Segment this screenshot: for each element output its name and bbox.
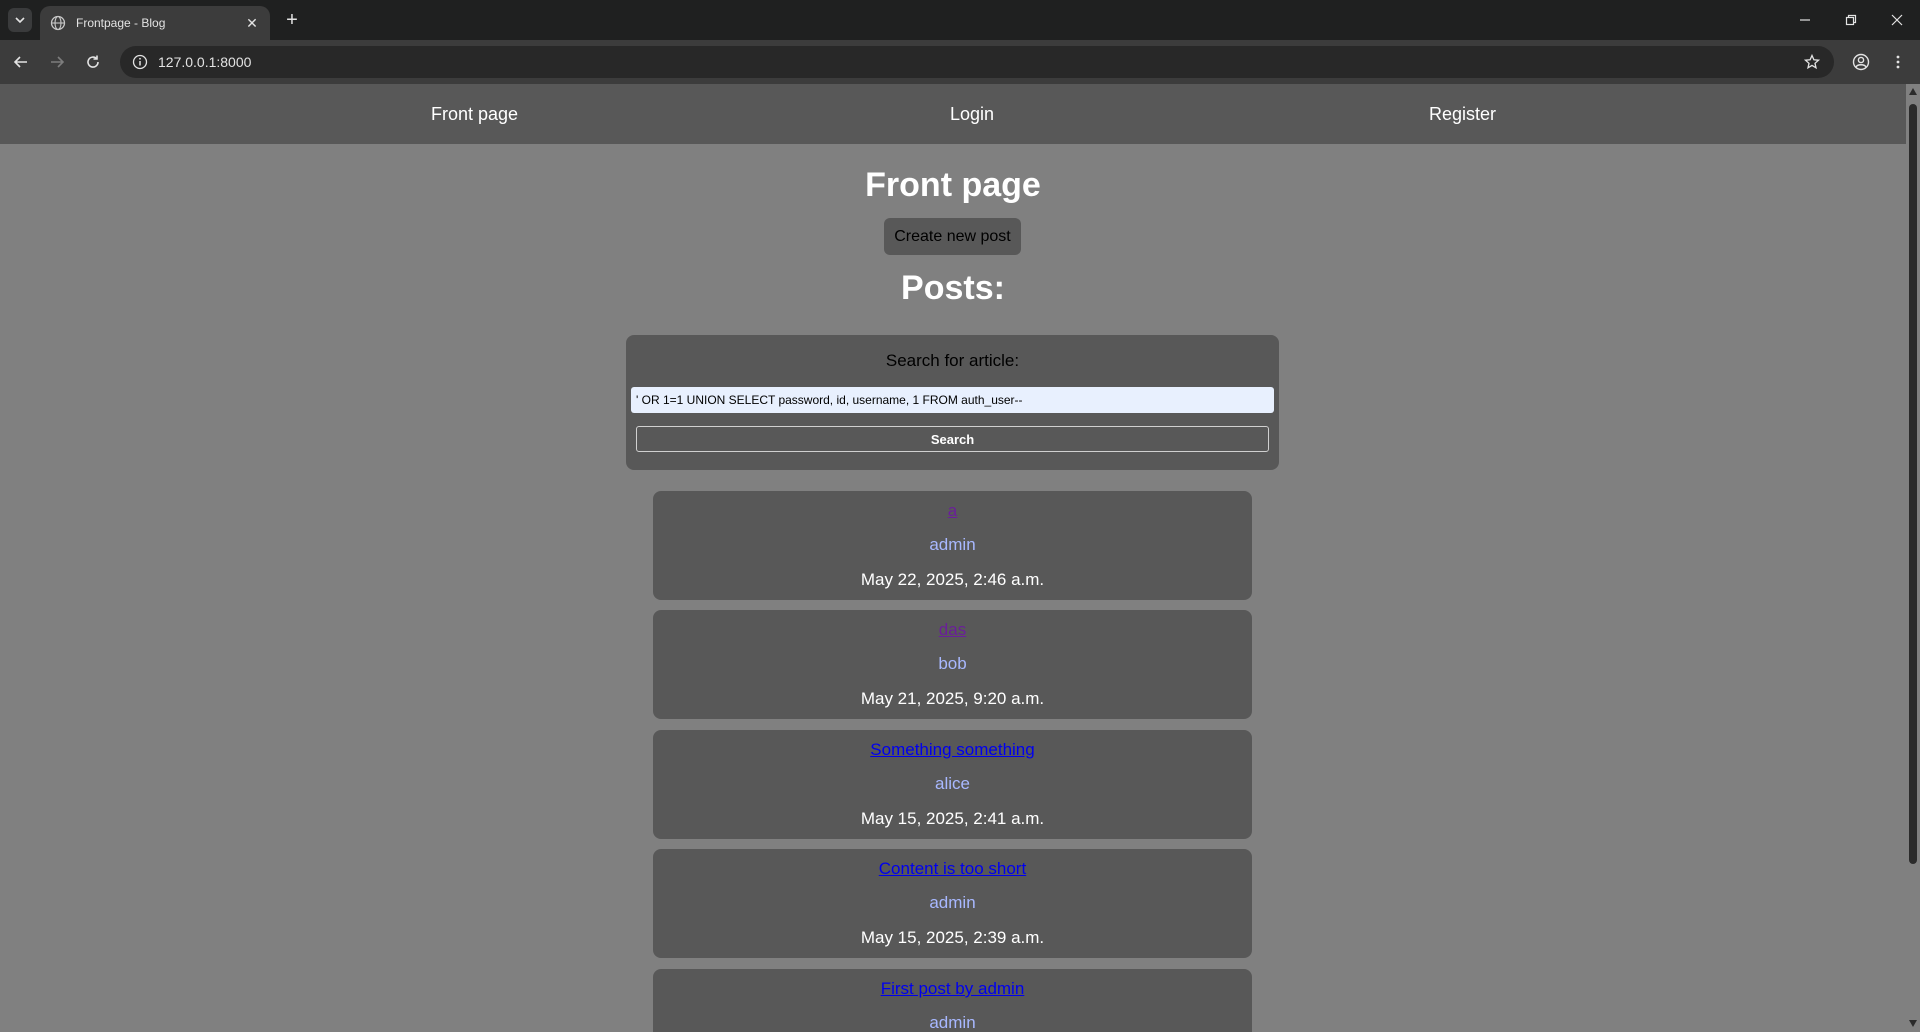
url-text: 127.0.0.1:8000 xyxy=(158,54,252,70)
post-author-link[interactable]: bob xyxy=(653,654,1252,674)
minimize-icon xyxy=(1800,19,1810,21)
search-button[interactable]: Search xyxy=(636,426,1269,452)
address-bar[interactable]: 127.0.0.1:8000 xyxy=(120,46,1834,78)
nav-register-link[interactable]: Register xyxy=(1429,104,1496,125)
search-input[interactable]: ' OR 1=1 UNION SELECT password, id, user… xyxy=(631,387,1274,413)
globe-icon xyxy=(50,15,66,31)
profile-icon xyxy=(1852,53,1870,71)
new-tab-button[interactable]: + xyxy=(280,8,304,32)
close-window-button[interactable] xyxy=(1874,0,1920,40)
menu-button[interactable] xyxy=(1886,50,1910,74)
scrollbar-thumb[interactable] xyxy=(1909,104,1917,864)
page-title: Front page xyxy=(865,166,1041,204)
minimize-button[interactable] xyxy=(1782,0,1828,40)
nav-front-page-link[interactable]: Front page xyxy=(431,104,518,125)
page-viewport: Front page Login Register Front page Cre… xyxy=(0,84,1906,1032)
tab-search-button[interactable] xyxy=(8,8,32,32)
post-card: a admin May 22, 2025, 2:46 a.m. xyxy=(653,491,1252,600)
post-title-link[interactable]: Something something xyxy=(653,740,1252,760)
kebab-menu-icon xyxy=(1896,55,1900,69)
posts-heading: Posts: xyxy=(901,269,1005,307)
back-button[interactable] xyxy=(9,50,33,74)
reload-icon xyxy=(87,55,99,68)
search-label: Search for article: xyxy=(885,351,1020,370)
post-author-link[interactable]: admin xyxy=(653,1013,1252,1032)
page-scrollbar[interactable] xyxy=(1906,84,1920,1032)
create-new-post-button[interactable]: Create new post xyxy=(884,218,1021,255)
bookmark-button[interactable] xyxy=(1800,50,1824,74)
post-date: May 15, 2025, 2:41 a.m. xyxy=(860,809,1045,828)
arrow-right-icon xyxy=(51,56,65,68)
post-date: May 15, 2025, 2:39 a.m. xyxy=(860,928,1045,947)
post-title-link[interactable]: a xyxy=(653,501,1252,521)
scroll-down-arrow-icon[interactable] xyxy=(1909,1020,1917,1027)
post-date: May 21, 2025, 9:20 a.m. xyxy=(860,689,1045,708)
post-author-link[interactable]: alice xyxy=(653,774,1252,794)
post-card: First post by admin admin xyxy=(653,969,1252,1032)
post-author-link[interactable]: admin xyxy=(653,893,1252,913)
post-title-link[interactable]: First post by admin xyxy=(653,979,1252,999)
close-icon xyxy=(1891,14,1903,26)
post-card: Content is too short admin May 15, 2025,… xyxy=(653,849,1252,958)
site-navbar: Front page Login Register xyxy=(0,84,1906,144)
close-tab-icon[interactable]: ✕ xyxy=(244,15,260,31)
search-form: Search for article: ' OR 1=1 UNION SELEC… xyxy=(626,335,1279,470)
star-icon xyxy=(1804,54,1820,70)
chevron-down-icon xyxy=(15,17,25,24)
post-title-link[interactable]: Content is too short xyxy=(653,859,1252,879)
reload-button[interactable] xyxy=(81,50,105,74)
nav-login-link[interactable]: Login xyxy=(950,104,994,125)
restore-icon xyxy=(1845,14,1857,26)
post-title-link[interactable]: das xyxy=(653,620,1252,640)
site-info-icon[interactable] xyxy=(132,54,148,70)
tab-title: Frontpage - Blog xyxy=(76,16,166,30)
post-card: das bob May 21, 2025, 9:20 a.m. xyxy=(653,610,1252,719)
scroll-up-arrow-icon[interactable] xyxy=(1909,88,1917,95)
arrow-left-icon xyxy=(13,56,27,68)
post-card: Something something alice May 15, 2025, … xyxy=(653,730,1252,839)
browser-tab-strip: Frontpage - Blog ✕ + xyxy=(0,0,1920,40)
browser-toolbar: 127.0.0.1:8000 xyxy=(0,40,1920,84)
post-author-link[interactable]: admin xyxy=(653,535,1252,555)
forward-button[interactable] xyxy=(45,50,69,74)
profile-button[interactable] xyxy=(1849,50,1873,74)
restore-button[interactable] xyxy=(1828,0,1874,40)
post-date: May 22, 2025, 2:46 a.m. xyxy=(860,570,1045,589)
active-tab[interactable]: Frontpage - Blog ✕ xyxy=(40,6,270,40)
